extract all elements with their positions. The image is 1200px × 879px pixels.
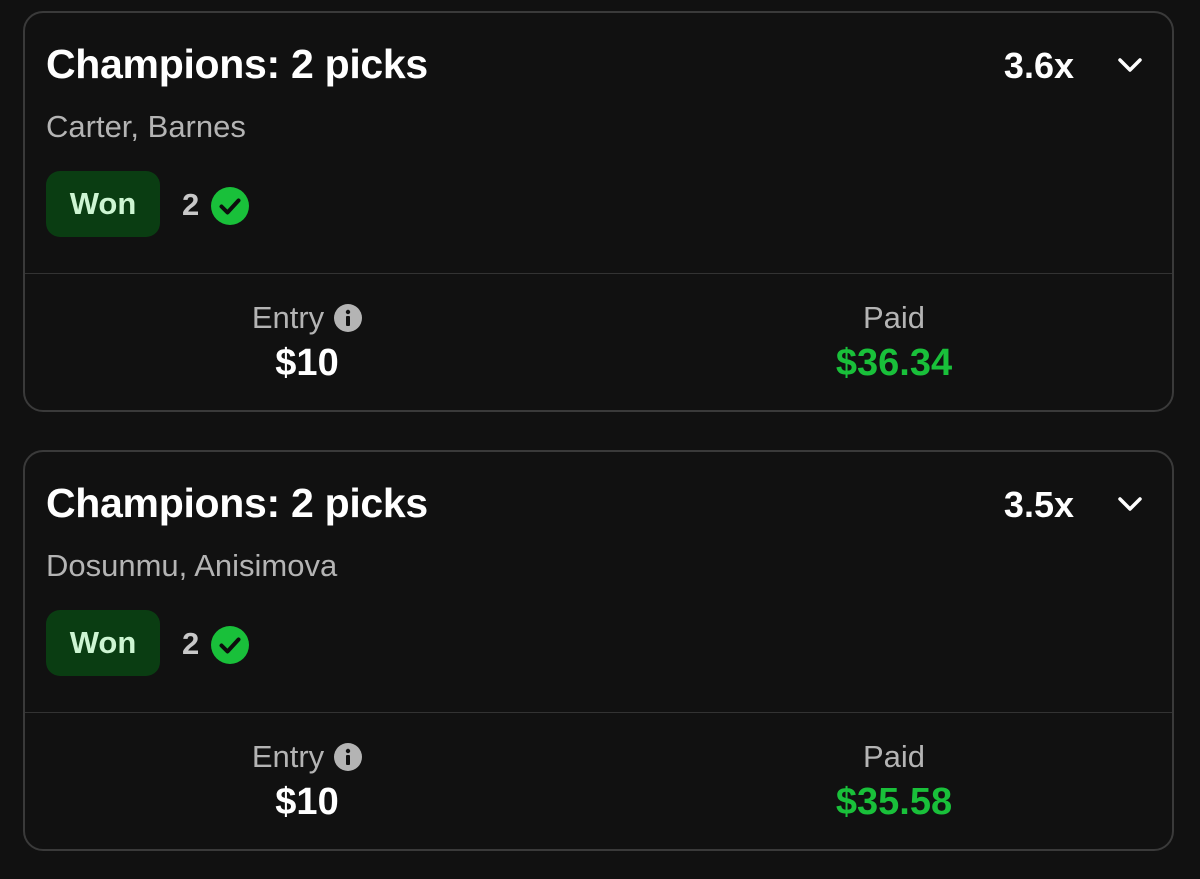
status-badge: Won [46,171,160,237]
info-icon[interactable] [334,304,363,332]
entry-card-header: Champions: 2 picks 3.5x Dosunmu, Anisimo… [25,452,1172,713]
status-badge: Won [46,610,160,676]
entry-title: Champions: 2 picks [46,480,428,526]
picked-players: Dosunmu, Anisimova [46,548,338,583]
picked-players: Carter, Barnes [46,109,246,144]
paid-value: $36.34 [835,342,953,384]
info-icon[interactable] [334,743,363,771]
entry-card-summary: Entry $10 Paid $36.34 [25,274,1172,411]
entry-amount: Entry $10 [157,300,457,385]
entry-card-summary: Entry $10 Paid $35.58 [25,713,1172,850]
payout-multiplier: 3.5x [1003,484,1074,525]
entry-value: $10 [275,781,339,823]
paid-value: $35.58 [835,781,953,823]
entry-card[interactable]: Champions: 2 picks 3.6x Carter, Barnes W… [23,11,1174,412]
entry-label: Entry [251,739,325,774]
entry-label: Entry [251,300,325,335]
chevron-down-icon[interactable] [1114,488,1146,520]
check-circle-icon [211,626,249,664]
check-circle-icon [211,187,249,225]
entry-title: Champions: 2 picks [46,41,428,87]
entry-card-header: Champions: 2 picks 3.6x Carter, Barnes W… [25,13,1172,274]
correct-pick-count: 2 [182,187,200,222]
chevron-down-icon[interactable] [1114,49,1146,81]
entry-value: $10 [275,342,339,384]
paid-label: Paid [862,300,926,335]
correct-pick-count: 2 [182,626,200,661]
paid-amount: Paid $35.58 [744,739,1044,824]
paid-amount: Paid $36.34 [744,300,1044,385]
payout-multiplier: 3.6x [1003,45,1074,86]
entry-amount: Entry $10 [157,739,457,824]
paid-label: Paid [862,739,926,774]
entry-card[interactable]: Champions: 2 picks 3.5x Dosunmu, Anisimo… [23,450,1174,851]
